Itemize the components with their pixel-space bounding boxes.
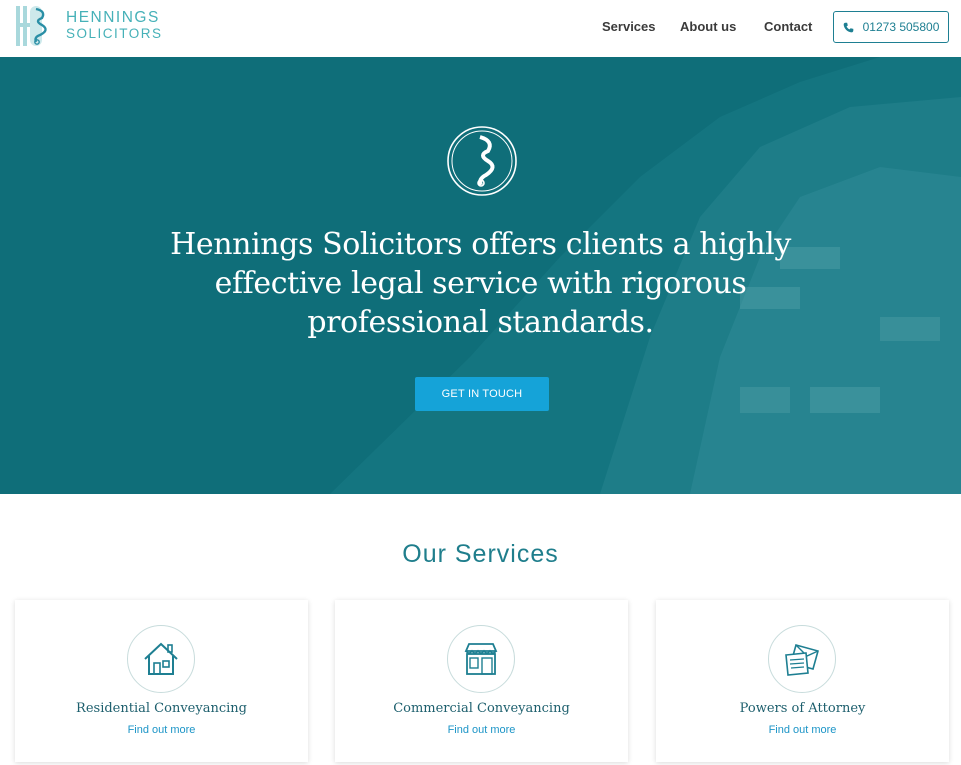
card-title: Commercial Conveyancing (393, 701, 570, 716)
logo-line-1: HENNINGS (66, 9, 160, 26)
card-title: Powers of Attorney (739, 701, 866, 716)
phone-icon (843, 22, 853, 32)
documents-icon (785, 644, 819, 676)
phone-number: 01273 505800 (862, 20, 940, 34)
service-card-powers-of-attorney[interactable]: Powers of Attorney Find out more (656, 600, 949, 762)
house-icon (144, 642, 178, 675)
get-in-touch-button[interactable]: GET IN TOUCH (415, 377, 549, 411)
phone-button[interactable]: 01273 505800 (833, 11, 949, 43)
shopfront-icon (464, 643, 498, 675)
find-out-more-link[interactable]: Find out more (656, 724, 949, 736)
hero-section: Hennings Solicitors offers clients a hig… (0, 57, 961, 494)
find-out-more-link[interactable]: Find out more (335, 724, 628, 736)
nav-about-link[interactable]: About us (680, 19, 736, 34)
service-card-commercial[interactable]: Commercial Conveyancing Find out more (335, 600, 628, 762)
services-title: Our Services (402, 540, 559, 568)
logo-line-2: SOLICITORS (66, 26, 163, 41)
hero-heading: Hennings Solicitors offers clients a hig… (170, 227, 791, 340)
seahorse-emblem-icon (447, 126, 517, 196)
logo-mark-icon (16, 6, 47, 46)
find-out-more-link[interactable]: Find out more (15, 724, 308, 736)
nav-services-link[interactable]: Services (602, 19, 656, 34)
site-header: HENNINGS SOLICITORS Services About us Co… (0, 0, 961, 57)
nav-contact-link[interactable]: Contact (764, 19, 812, 34)
logo[interactable]: HENNINGS SOLICITORS (14, 4, 164, 48)
service-card-residential[interactable]: Residential Conveyancing Find out more (15, 600, 308, 762)
card-title: Residential Conveyancing (76, 701, 247, 716)
